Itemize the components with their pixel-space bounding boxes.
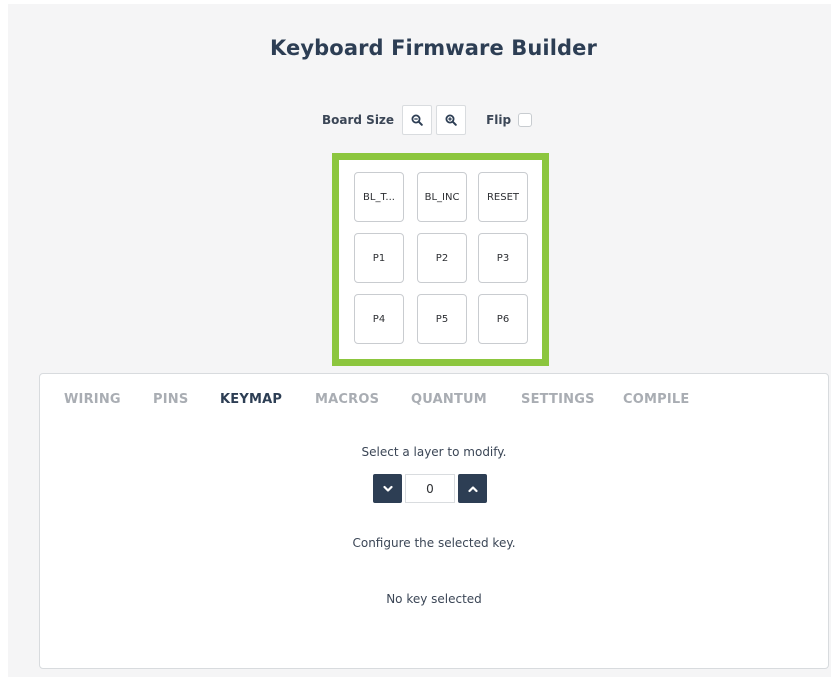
tab-compile[interactable]: COMPILE (623, 392, 689, 407)
zoom-out-button[interactable] (402, 105, 433, 135)
tab-pins[interactable]: PINS (153, 392, 188, 407)
key-p5[interactable]: P5 (417, 294, 467, 344)
board-size-label: Board Size (322, 113, 395, 127)
tab-quantum[interactable]: QUANTUM (411, 392, 487, 407)
config-panel: WIRING PINS KEYMAP MACROS QUANTUM SETTIN… (39, 373, 829, 669)
key-p3[interactable]: P3 (478, 233, 528, 283)
layer-down-button[interactable] (373, 474, 402, 503)
layer-input[interactable]: 0 (405, 474, 455, 503)
key-p2[interactable]: P2 (417, 233, 467, 283)
flip-label: Flip (486, 113, 512, 127)
key-bl-inc[interactable]: BL_INC (417, 172, 467, 222)
zoom-out-icon (411, 114, 423, 126)
layer-selector: 0 (373, 474, 487, 503)
chevron-up-icon (467, 485, 478, 492)
zoom-in-button[interactable] (436, 105, 467, 135)
key-p6[interactable]: P6 (478, 294, 528, 344)
tab-keymap[interactable]: KEYMAP (220, 392, 282, 407)
zoom-in-icon (445, 114, 457, 126)
flip-checkbox[interactable] (518, 113, 533, 127)
tab-macros[interactable]: MACROS (315, 392, 379, 407)
keyboard-board: BL_T... BL_INC RESET P1 P2 P3 P4 P5 P6 (332, 153, 549, 366)
layer-prompt: Select a layer to modify. (361, 445, 507, 459)
tab-wiring[interactable]: WIRING (64, 392, 121, 407)
key-p4[interactable]: P4 (354, 294, 404, 344)
key-p1[interactable]: P1 (354, 233, 404, 283)
layer-up-button[interactable] (458, 474, 487, 503)
no-key-selected-text: No key selected (386, 592, 482, 606)
configure-prompt: Configure the selected key. (352, 536, 516, 550)
chevron-down-icon (382, 485, 393, 492)
board-controls: Board Size Flip (322, 104, 533, 136)
page-title: Keyboard Firmware Builder (270, 36, 597, 60)
key-reset[interactable]: RESET (478, 172, 528, 222)
key-bl-toggle[interactable]: BL_T... (354, 172, 404, 222)
tab-settings[interactable]: SETTINGS (521, 392, 595, 407)
